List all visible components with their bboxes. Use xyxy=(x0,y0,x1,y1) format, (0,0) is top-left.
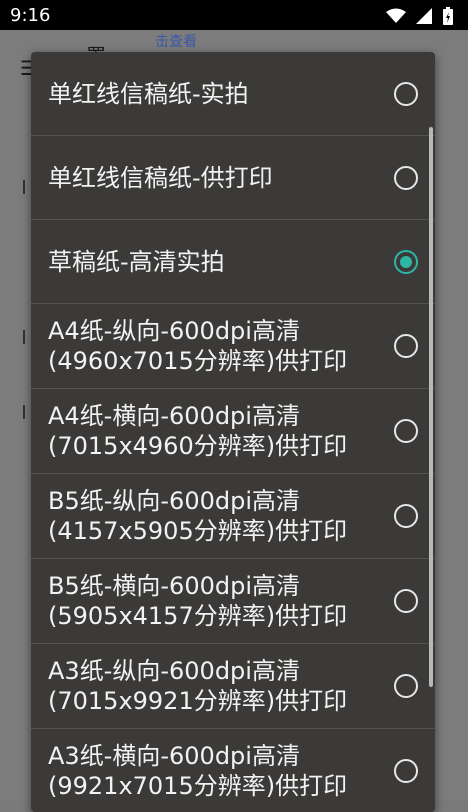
option-item-6[interactable]: B5纸-横向-600dpi高清 (5905x4157分辨率)供打印 xyxy=(31,559,435,644)
radio-button[interactable] xyxy=(394,334,418,358)
radio-button[interactable] xyxy=(394,759,418,783)
signal-icon xyxy=(416,8,432,24)
option-label: B5纸-横向-600dpi高清 (5905x4157分辨率)供打印 xyxy=(48,572,348,630)
radio-button[interactable] xyxy=(394,81,418,106)
option-list: 单红线信稿纸-实拍 单红线信稿纸-供打印 草稿纸-高清实拍 A4纸-纵向-600… xyxy=(31,52,435,812)
option-label: 单红线信稿纸-供打印 xyxy=(48,163,273,192)
radio-button[interactable] xyxy=(394,589,418,613)
radio-button[interactable] xyxy=(394,419,418,443)
option-item-4[interactable]: A4纸-横向-600dpi高清 (7015x4960分辨率)供打印 xyxy=(31,389,435,474)
option-item-2[interactable]: 草稿纸-高清实拍 xyxy=(31,220,435,304)
radio-button[interactable] xyxy=(394,504,418,528)
option-label: A3纸-纵向-600dpi高清 (7015x9921分辨率)供打印 xyxy=(48,657,348,715)
option-label: A4纸-纵向-600dpi高清 (4960x7015分辨率)供打印 xyxy=(48,317,348,375)
battery-charging-icon xyxy=(443,7,453,25)
option-item-1[interactable]: 单红线信稿纸-供打印 xyxy=(31,136,435,220)
radio-button[interactable] xyxy=(394,165,418,190)
status-bar: 9:16 xyxy=(0,0,468,30)
option-item-7[interactable]: A3纸-纵向-600dpi高清 (7015x9921分辨率)供打印 xyxy=(31,644,435,729)
option-item-0[interactable]: 单红线信稿纸-实拍 xyxy=(31,52,435,136)
status-time: 9:16 xyxy=(10,5,51,26)
wifi-icon xyxy=(386,8,406,23)
option-item-5[interactable]: B5纸-纵向-600dpi高清 (4157x5905分辨率)供打印 xyxy=(31,474,435,559)
background-link: 击查看 xyxy=(155,34,197,50)
option-label: 单红线信稿纸-实拍 xyxy=(48,79,249,108)
radio-button[interactable] xyxy=(394,674,418,698)
option-label: A3纸-横向-600dpi高清 (9921x7015分辨率)供打印 xyxy=(48,742,348,800)
option-item-3[interactable]: A4纸-纵向-600dpi高清 (4960x7015分辨率)供打印 xyxy=(31,304,435,389)
option-label: B5纸-纵向-600dpi高清 (4157x5905分辨率)供打印 xyxy=(48,487,348,545)
option-label: A4纸-横向-600dpi高清 (7015x4960分辨率)供打印 xyxy=(48,402,348,460)
scrollbar[interactable] xyxy=(429,127,433,687)
paper-type-dialog: 单红线信稿纸-实拍 单红线信稿纸-供打印 草稿纸-高清实拍 A4纸-纵向-600… xyxy=(31,52,435,812)
status-icons xyxy=(386,6,454,26)
option-label: 草稿纸-高清实拍 xyxy=(48,247,225,276)
radio-button-selected[interactable] xyxy=(394,249,418,274)
